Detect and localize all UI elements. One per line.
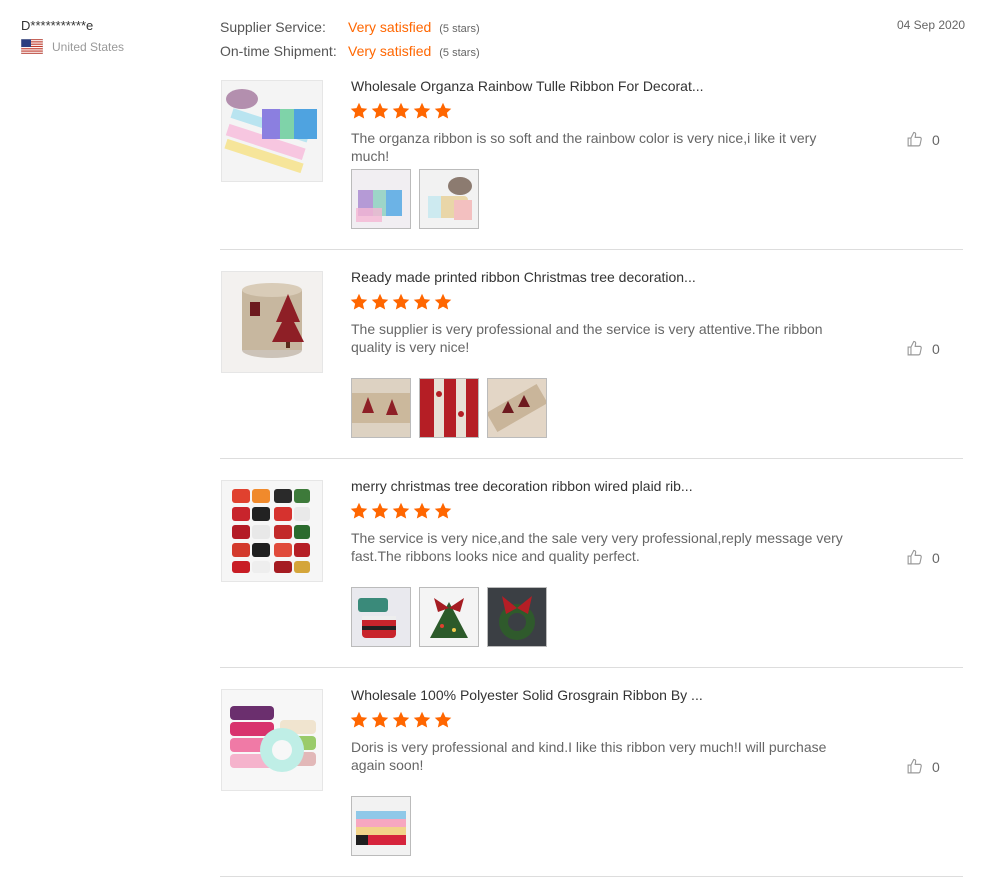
review-text: The service is very nice,and the sale ve… bbox=[351, 530, 843, 564]
review-photos bbox=[351, 587, 547, 647]
rating-label: Supplier Service: bbox=[220, 19, 326, 35]
rating-value: Very satisfied bbox=[348, 19, 432, 35]
product-image[interactable] bbox=[221, 689, 323, 791]
review-photo[interactable] bbox=[351, 169, 411, 229]
product-title[interactable]: Wholesale Organza Rainbow Tulle Ribbon F… bbox=[351, 78, 704, 94]
rating-supplier-service: Supplier Service: Very satisfied (5 star… bbox=[220, 19, 480, 35]
star-icon bbox=[392, 293, 410, 310]
review-photo[interactable] bbox=[419, 378, 479, 438]
product-image[interactable] bbox=[221, 80, 323, 182]
like-button[interactable]: 0 bbox=[906, 340, 940, 357]
reviewer-country: United States bbox=[20, 38, 125, 55]
star-icon bbox=[350, 502, 368, 519]
star-icon bbox=[371, 293, 389, 310]
review-photos bbox=[351, 169, 479, 229]
review-text: The organza ribbon is so soft and the ra… bbox=[351, 130, 817, 164]
star-icon bbox=[413, 102, 431, 119]
review-photos bbox=[351, 378, 547, 438]
star-rating bbox=[350, 502, 452, 520]
review-photo[interactable] bbox=[419, 587, 479, 647]
country-label: United States bbox=[52, 39, 125, 54]
star-icon bbox=[434, 293, 452, 310]
star-icon bbox=[371, 502, 389, 519]
product-title[interactable]: Wholesale 100% Polyester Solid Grosgrain… bbox=[351, 687, 703, 703]
reviewer-name: D***********e bbox=[21, 18, 94, 33]
review-photo[interactable] bbox=[487, 378, 547, 438]
like-count: 0 bbox=[932, 340, 940, 357]
star-icon bbox=[413, 711, 431, 728]
like-count: 0 bbox=[932, 549, 940, 566]
star-icon bbox=[350, 711, 368, 728]
product-title[interactable]: Ready made printed ribbon Christmas tree… bbox=[351, 269, 696, 285]
review-photo[interactable] bbox=[419, 169, 479, 229]
thumbs-up-icon bbox=[907, 340, 922, 356]
review-text: The supplier is very professional and th… bbox=[351, 321, 823, 355]
review-photo[interactable] bbox=[487, 587, 547, 647]
reviewer-info: D***********e United States bbox=[20, 18, 125, 55]
star-rating bbox=[350, 293, 452, 311]
star-icon bbox=[392, 102, 410, 119]
star-rating bbox=[350, 102, 452, 120]
star-icon bbox=[434, 502, 452, 519]
rating-stars-text: (5 stars) bbox=[439, 23, 480, 35]
star-rating bbox=[350, 711, 452, 729]
product-image[interactable] bbox=[221, 271, 323, 373]
us-flag-icon bbox=[20, 38, 44, 55]
review-item: Wholesale 100% Polyester Solid Grosgrain… bbox=[220, 687, 963, 877]
product-image[interactable] bbox=[221, 480, 323, 582]
star-icon bbox=[434, 711, 452, 728]
star-icon bbox=[350, 102, 368, 119]
review-photo[interactable] bbox=[351, 796, 411, 856]
review-photos bbox=[351, 796, 411, 856]
review-photo[interactable] bbox=[351, 587, 411, 647]
review-text: Doris is very professional and kind.I li… bbox=[351, 739, 827, 773]
rating-label: On-time Shipment: bbox=[220, 43, 337, 59]
like-button[interactable]: 0 bbox=[906, 758, 940, 775]
rating-value: Very satisfied bbox=[348, 43, 432, 59]
star-icon bbox=[371, 711, 389, 728]
review-item: Wholesale Organza Rainbow Tulle Ribbon F… bbox=[220, 78, 963, 250]
rating-stars-text: (5 stars) bbox=[439, 47, 480, 59]
review-photo[interactable] bbox=[351, 378, 411, 438]
star-icon bbox=[392, 502, 410, 519]
review-item: merry christmas tree decoration ribbon w… bbox=[220, 478, 963, 668]
review-date: 04 Sep 2020 bbox=[897, 18, 966, 32]
star-icon bbox=[392, 711, 410, 728]
star-icon bbox=[350, 293, 368, 310]
star-icon bbox=[371, 102, 389, 119]
like-count: 0 bbox=[932, 758, 940, 775]
thumbs-up-icon bbox=[907, 758, 922, 774]
star-icon bbox=[413, 502, 431, 519]
thumbs-up-icon bbox=[907, 131, 922, 147]
product-title[interactable]: merry christmas tree decoration ribbon w… bbox=[351, 478, 693, 494]
like-button[interactable]: 0 bbox=[906, 549, 940, 566]
like-count: 0 bbox=[932, 131, 940, 148]
rating-on-time-shipment: On-time Shipment: Very satisfied (5 star… bbox=[220, 43, 480, 59]
star-icon bbox=[413, 293, 431, 310]
review-item: Ready made printed ribbon Christmas tree… bbox=[220, 269, 963, 459]
thumbs-up-icon bbox=[907, 549, 922, 565]
star-icon bbox=[434, 102, 452, 119]
like-button[interactable]: 0 bbox=[906, 131, 940, 148]
